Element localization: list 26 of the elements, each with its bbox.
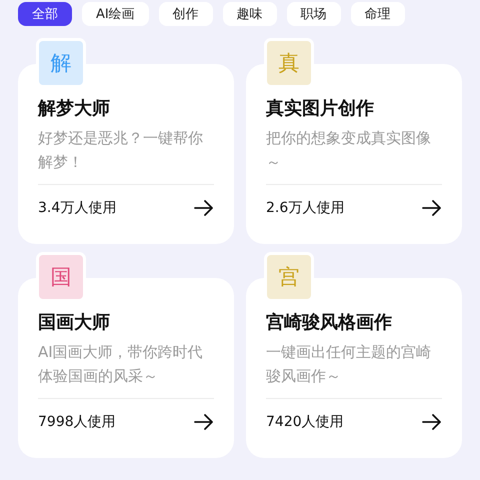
card-title: 解梦大师 bbox=[38, 97, 111, 120]
arrow-right-icon[interactable] bbox=[194, 200, 214, 216]
badge-tile: 解 bbox=[36, 38, 86, 88]
usage-count: 7998人使用 bbox=[38, 413, 116, 431]
arrow-right-icon[interactable] bbox=[194, 414, 214, 430]
usage-count: 2.6万人使用 bbox=[266, 199, 344, 217]
category-tab[interactable]: 命理 bbox=[350, 2, 405, 26]
card-description: 好梦还是恶兆？一键帮你解梦！ bbox=[38, 126, 214, 185]
category-tab[interactable]: AI绘画 bbox=[82, 2, 149, 26]
arrow-right-icon[interactable] bbox=[422, 200, 442, 216]
card-description: 一键画出任何主题的宫崎骏风画作～ bbox=[266, 340, 442, 399]
category-tab[interactable]: 趣味 bbox=[222, 2, 277, 26]
arrow-right-icon[interactable] bbox=[422, 414, 442, 430]
category-tab[interactable]: 创作 bbox=[158, 2, 213, 26]
category-tab[interactable]: 全部 bbox=[18, 2, 72, 26]
badge-tile: 国 bbox=[36, 252, 86, 302]
badge-tile: 宫 bbox=[264, 252, 314, 302]
usage-count: 7420人使用 bbox=[266, 413, 344, 431]
card-title: 国画大师 bbox=[38, 311, 111, 334]
badge-tile: 真 bbox=[264, 38, 314, 88]
card-description: AI国画大师，带你跨时代体验国画的风采～ bbox=[38, 340, 214, 399]
usage-count: 3.4万人使用 bbox=[38, 199, 116, 217]
card-title: 宫崎骏风格画作 bbox=[266, 311, 393, 334]
card-description: 把你的想象变成真实图像～ bbox=[266, 126, 442, 185]
category-tab[interactable]: 职场 bbox=[286, 2, 341, 26]
card-title: 真实图片创作 bbox=[266, 97, 375, 120]
